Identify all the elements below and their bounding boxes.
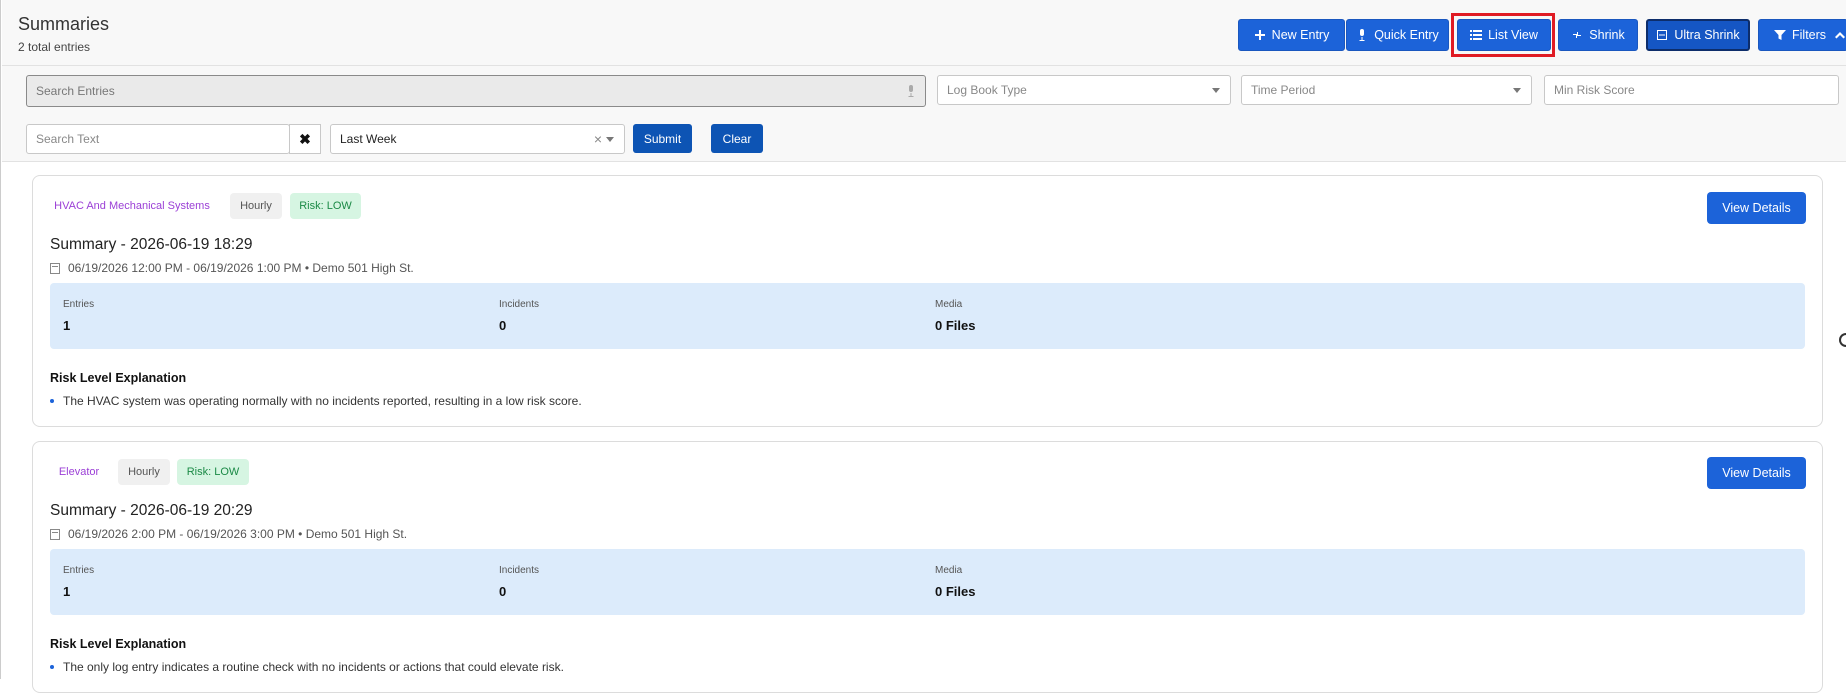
- shrink-label: Shrink: [1589, 28, 1625, 42]
- stat-label: Incidents: [499, 299, 540, 310]
- chevron-up-icon: [1835, 32, 1846, 39]
- calendar-icon: [50, 528, 60, 540]
- search-entries-placeholder: Search Entries: [36, 84, 115, 98]
- min-risk-score-input[interactable]: Min Risk Score: [1544, 75, 1839, 105]
- close-icon: ✖: [299, 130, 311, 147]
- category-tag: Elevator: [58, 466, 100, 478]
- risk-badge: Risk: LOW: [290, 193, 361, 219]
- bullet-icon: [50, 399, 54, 403]
- stat-label: Incidents: [499, 565, 540, 576]
- summary-meta-text: 06/19/2026 2:00 PM - 06/19/2026 3:00 PM …: [68, 527, 408, 541]
- stat-label: Media: [935, 299, 963, 310]
- microphone-icon[interactable]: [907, 85, 915, 97]
- search-text-input[interactable]: Search Text: [26, 124, 290, 154]
- stat-value: 0 Files: [935, 318, 976, 333]
- chevron-down-icon: [606, 137, 614, 142]
- microphone-icon: [1359, 29, 1365, 41]
- stats-panel: Entries 1 Incidents 0 Media 0 Files: [50, 549, 1805, 615]
- view-details-button[interactable]: View Details: [1707, 192, 1806, 224]
- minus-square-icon: [1657, 30, 1668, 40]
- new-entry-button[interactable]: New Entry: [1238, 19, 1345, 51]
- compress-icon: [1572, 31, 1583, 39]
- page-title: Summaries: [18, 14, 110, 34]
- shrink-button[interactable]: Shrink: [1558, 19, 1638, 51]
- risk-explanation-item: The HVAC system was operating normally w…: [50, 394, 582, 408]
- risk-badge: Risk: LOW: [177, 459, 249, 485]
- summary-meta: 06/19/2026 12:00 PM - 06/19/2026 1:00 PM…: [50, 261, 414, 275]
- log-book-type-select[interactable]: Log Book Type: [937, 75, 1231, 105]
- stat-value: 0: [499, 318, 507, 333]
- filters-label: Filters: [1792, 28, 1827, 42]
- log-book-type-placeholder: Log Book Type: [947, 83, 1027, 97]
- stat-value: 1: [63, 584, 71, 599]
- list-view-highlight: [1451, 13, 1555, 57]
- app-frame: Summaries 2 total entries New Entry Quic…: [0, 0, 1846, 693]
- frequency-tag: Hourly: [118, 459, 170, 485]
- time-period-select[interactable]: Time Period: [1241, 75, 1532, 105]
- submit-button[interactable]: Submit: [633, 124, 692, 153]
- new-entry-label: New Entry: [1271, 28, 1330, 42]
- risk-explanation-item: The only log entry indicates a routine c…: [50, 660, 564, 674]
- frequency-tag: Hourly: [230, 193, 282, 219]
- summary-title: Summary - 2026-06-19 18:29: [50, 236, 253, 253]
- submit-label: Submit: [643, 131, 682, 146]
- clear-button[interactable]: Clear: [711, 124, 763, 153]
- bullet-icon: [50, 665, 54, 669]
- entry-count: 2 total entries: [18, 40, 91, 54]
- stat-label: Media: [935, 565, 963, 576]
- search-entries-input[interactable]: Search Entries: [26, 75, 926, 107]
- clear-search-text-button[interactable]: ✖: [289, 124, 321, 154]
- chevron-down-icon: [1212, 88, 1220, 93]
- summary-meta-text: 06/19/2026 12:00 PM - 06/19/2026 1:00 PM…: [68, 261, 414, 275]
- period-select[interactable]: Last Week ×: [330, 124, 625, 154]
- summary-card: HVAC And Mechanical Systems Hourly Risk:…: [32, 175, 1823, 427]
- plus-icon: [1254, 30, 1265, 40]
- scrollbar-handle[interactable]: [1839, 333, 1846, 347]
- time-period-placeholder: Time Period: [1251, 83, 1316, 97]
- quick-entry-button[interactable]: Quick Entry: [1346, 19, 1449, 51]
- stats-panel: Entries 1 Incidents 0 Media 0 Files: [50, 283, 1805, 349]
- summary-list: HVAC And Mechanical Systems Hourly Risk:…: [2, 163, 1846, 693]
- period-clear-icon[interactable]: ×: [594, 131, 602, 147]
- calendar-icon: [50, 262, 60, 274]
- stat-value: 0 Files: [935, 584, 976, 599]
- filters-button[interactable]: Filters: [1758, 19, 1846, 51]
- stat-value: 0: [499, 584, 507, 599]
- page-header: Summaries 2 total entries New Entry Quic…: [2, 0, 1846, 66]
- ultra-shrink-label: Ultra Shrink: [1674, 28, 1740, 42]
- search-text-placeholder: Search Text: [36, 132, 100, 146]
- category-tag: HVAC And Mechanical Systems: [54, 200, 210, 212]
- quick-entry-label: Quick Entry: [1374, 28, 1439, 42]
- summary-title: Summary - 2026-06-19 20:29: [50, 502, 253, 519]
- period-value: Last Week: [340, 132, 397, 146]
- summary-card: Elevator Hourly Risk: LOW View Details S…: [32, 441, 1823, 693]
- stat-value: 1: [63, 318, 71, 333]
- risk-explanation-heading: Risk Level Explanation: [50, 637, 187, 651]
- ultra-shrink-button[interactable]: Ultra Shrink: [1646, 19, 1750, 51]
- risk-explanation-heading: Risk Level Explanation: [50, 371, 187, 385]
- filter-icon: [1774, 30, 1786, 40]
- chevron-down-icon: [1513, 88, 1521, 93]
- stat-label: Entries: [63, 565, 95, 576]
- view-details-button[interactable]: View Details: [1707, 457, 1806, 489]
- risk-explanation-text: The HVAC system was operating normally w…: [63, 394, 582, 408]
- min-risk-score-placeholder: Min Risk Score: [1554, 83, 1635, 97]
- filter-panel: Search Entries Log Book Type Time Period…: [2, 66, 1846, 162]
- risk-explanation-text: The only log entry indicates a routine c…: [63, 660, 564, 674]
- stat-label: Entries: [63, 299, 95, 310]
- summary-meta: 06/19/2026 2:00 PM - 06/19/2026 3:00 PM …: [50, 527, 407, 541]
- clear-label: Clear: [722, 131, 752, 146]
